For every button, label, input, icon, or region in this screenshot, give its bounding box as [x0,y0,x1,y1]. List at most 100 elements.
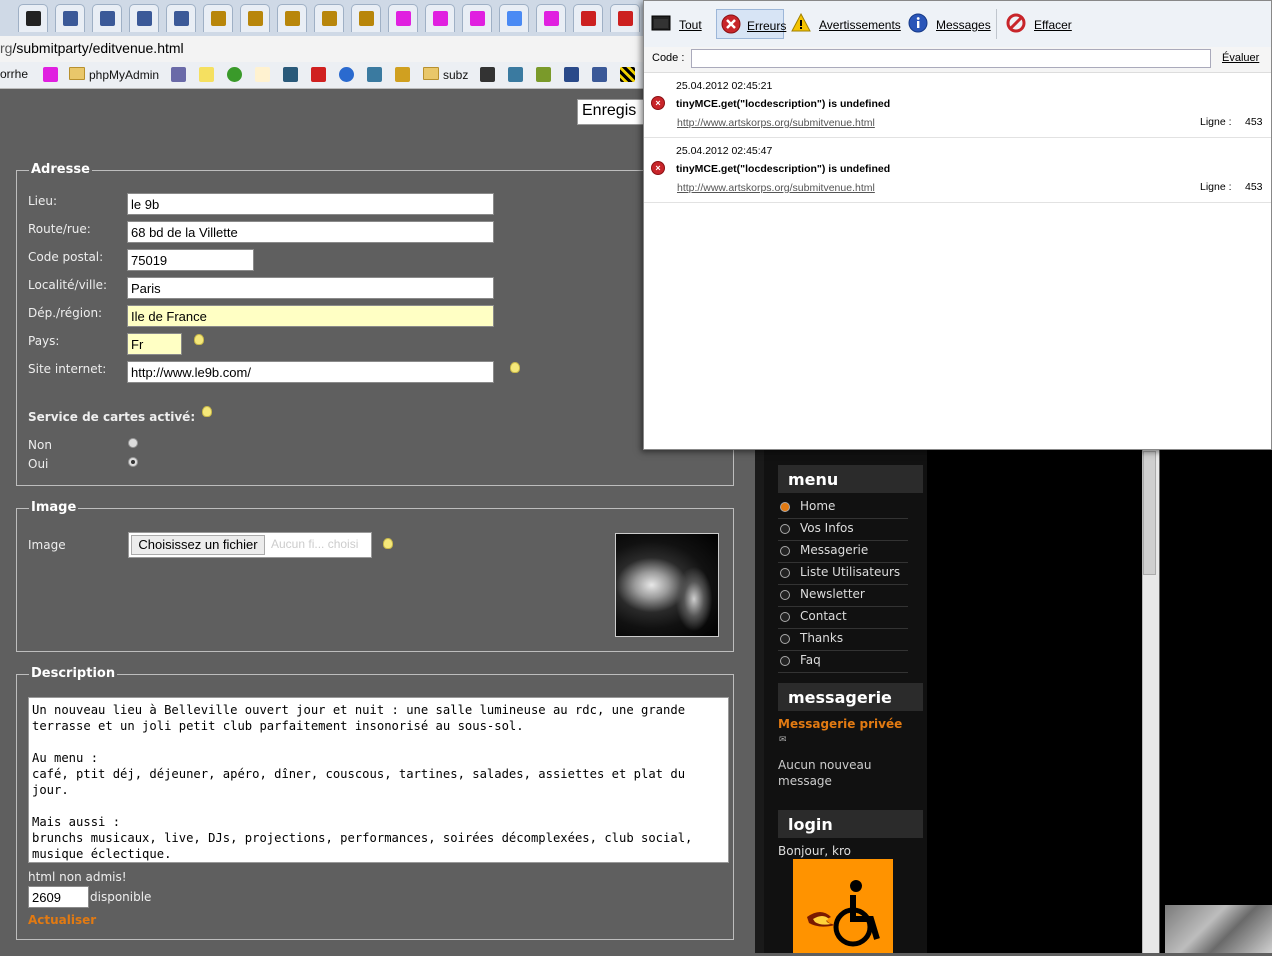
country-input[interactable]: Fr [127,333,182,355]
route-input[interactable]: 68 bd de la Villette [127,221,494,243]
browser-tab[interactable] [425,4,455,32]
frog-icon[interactable] [536,67,551,82]
sidebar-item-vos-infos[interactable]: Vos Infos [778,519,908,541]
php-icon[interactable] [171,67,186,82]
bookmark-subz[interactable]: subz [423,67,468,82]
entry-line-label: Ligne : [1200,116,1232,128]
avatar [793,859,893,953]
error-console: Tout Erreurs Avertissements Messages Eff… [643,0,1272,450]
bookmark-phpmyadmin[interactable]: phpMyAdmin [69,67,159,82]
clear-icon [1006,13,1026,33]
bookmark-orrhe[interactable]: orrhe [0,67,28,81]
hint-lightbulb-icon[interactable] [202,406,212,417]
sidebar-item-liste-utilisateurs[interactable]: Liste Utilisateurs [778,563,908,585]
facebook-icon [63,11,78,26]
console-entry[interactable]: × 25.04.2012 02:45:47 tinyMCE.get("locdesc… [644,138,1271,203]
maps-oui-radio[interactable] [128,457,138,467]
entry-source-link[interactable]: http://www.artskorps.org/submitvenue.htm… [677,182,875,194]
facebook-icon[interactable] [592,67,607,82]
browser-tab[interactable] [166,4,196,32]
ft-icon[interactable] [564,67,579,82]
hourglass-icon [544,11,559,26]
scrollbar-thumb[interactable] [1143,451,1156,575]
warning-stripes-icon[interactable] [620,67,635,82]
region-input[interactable]: Ile de France [127,305,494,327]
envelope-icon[interactable]: ✉ [779,735,787,745]
hint-lightbulb-icon[interactable] [194,334,204,345]
sidebar-item-label: Liste Utilisateurs [800,565,901,579]
background-window [1160,449,1272,953]
artskorps-icon [359,11,374,26]
address-fieldset: Adresse Lieu: le 9b Route/rue: 68 bd de … [16,162,734,486]
file-status: Aucun fi... choisi [271,537,359,551]
adobe-icon[interactable] [311,67,326,82]
browser-tab[interactable] [388,4,418,32]
description-textarea[interactable]: Un nouveau lieu à Belleville ouvert jour… [28,697,729,863]
hint-lightbulb-icon[interactable] [383,538,393,549]
update-link[interactable]: Actualiser [28,913,96,927]
error-icon [721,14,741,34]
browser-tab[interactable] [129,4,159,32]
hint-lightbulb-icon[interactable] [510,362,520,373]
browser-tab[interactable] [462,4,492,32]
google-icon [507,11,522,26]
apple-icon[interactable] [227,67,242,82]
browser-tab[interactable] [240,4,270,32]
facebook-icon [100,11,115,26]
artskorps-icon [211,11,226,26]
browser-tab[interactable] [92,4,122,32]
url-text[interactable]: rg/submitparty/editvenue.html [0,40,184,56]
maps-non-radio[interactable] [128,438,138,448]
country-label: Pays: [28,334,60,348]
entry-timestamp: 25.04.2012 02:45:21 [676,80,773,92]
console-entry[interactable]: × 25.04.2012 02:45:21 tinyMCE.get("locdesc… [644,73,1271,138]
ie-icon[interactable] [339,67,354,82]
sidebar-item-newsletter[interactable]: Newsletter [778,585,908,607]
filter-errors-button[interactable]: Erreurs [716,9,786,39]
hourglass-icon [433,11,448,26]
sidebar-item-faq[interactable]: Faq [778,651,908,673]
sidebar-item-home[interactable]: Home [778,497,908,519]
browser-tab[interactable] [203,4,233,32]
browser-tab[interactable] [610,4,640,32]
file-chooser[interactable]: Choisissez un fichier Aucun fi... choisi [128,532,372,558]
postal-code-input[interactable]: 75019 [127,249,254,271]
browser-tab[interactable] [573,4,603,32]
browser-tab[interactable] [314,4,344,32]
city-input[interactable]: Paris [127,277,494,299]
tz-icon[interactable] [508,67,523,82]
entry-source-link[interactable]: http://www.artskorps.org/submitvenue.htm… [677,117,875,129]
sidebar-item-thanks[interactable]: Thanks [778,629,908,651]
facebook-icon [174,11,189,26]
entry-line-number: 453 [1245,116,1263,128]
lieu-input[interactable]: le 9b [127,193,494,215]
stack-icon[interactable] [395,67,410,82]
wheelchair-flame-icon [807,880,880,947]
folder-icon [423,67,439,80]
choose-file-button[interactable]: Choisissez un fichier [131,535,265,555]
private-messages-link[interactable]: Messagerie privée [778,717,902,731]
website-input[interactable]: http://www.le9b.com/ [127,361,494,383]
code-input[interactable] [691,49,1211,68]
browser-tab[interactable] [351,4,381,32]
youtube-icon [618,11,633,26]
lightbulb-icon[interactable] [199,67,214,82]
browser-tab[interactable] [536,4,566,32]
hourglass-icon[interactable] [43,67,58,82]
browser-tab[interactable] [499,4,529,32]
folder-icon [69,67,85,80]
sidebar-item-messagerie[interactable]: Messagerie [778,541,908,563]
wave-icon[interactable] [283,67,298,82]
code-bar: Code : Évaluer [644,47,1271,73]
evaluate-button[interactable]: Évaluer [1222,52,1259,64]
browser-tab[interactable] [18,4,48,32]
car-icon[interactable] [480,67,495,82]
sidebar-item-contact[interactable]: Contact [778,607,908,629]
chars-left-label: disponible [90,890,152,904]
hourglass-icon [470,11,485,26]
notepad-icon[interactable] [367,67,382,82]
browser-tab[interactable] [277,4,307,32]
flame-icon[interactable] [255,67,270,82]
entry-line-number: 453 [1245,181,1263,193]
browser-tab[interactable] [55,4,85,32]
